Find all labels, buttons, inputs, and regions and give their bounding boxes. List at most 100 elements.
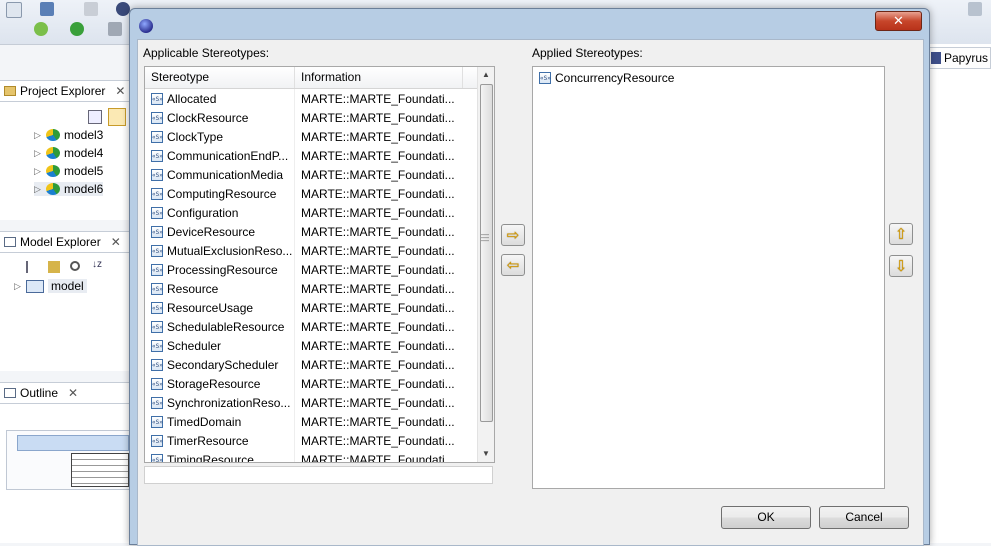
stereotype-cell: «S» ComputingResource — [145, 184, 295, 203]
tool-icon[interactable] — [108, 22, 122, 36]
table-row[interactable]: «S» Resource MARTE::MARTE_Foundati... — [145, 279, 477, 298]
expand-icon[interactable]: ▷ — [34, 148, 42, 159]
information-cell: MARTE::MARTE_Foundati... — [301, 433, 455, 448]
tree-item-model3[interactable]: ▷ model3 — [34, 128, 103, 142]
table-row[interactable]: «S» SynchronizationReso... MARTE::MARTE_Fo… — [145, 393, 477, 412]
stereotype-icon: «S» — [151, 434, 163, 447]
remove-stereotype-button[interactable]: ⇦ — [501, 254, 525, 276]
model-icon — [46, 147, 60, 159]
information-cell: MARTE::MARTE_Foundati... — [301, 319, 455, 334]
expand-icon[interactable]: ▷ — [34, 130, 42, 141]
sort-az-icon[interactable]: ↓z — [92, 259, 102, 270]
vertical-scrollbar[interactable]: ▲ — — — ▼ — [477, 67, 494, 462]
stereotype-cell: «S» ResourceUsage — [145, 298, 295, 317]
move-up-button[interactable]: ⇧ — [889, 223, 913, 245]
stereotype-cell: «S» SecondaryScheduler — [145, 355, 295, 374]
model-icon — [46, 165, 60, 177]
globe-icon[interactable] — [116, 2, 130, 16]
table-row[interactable]: «S» TimingResource MARTE::MARTE_Foundati..… — [145, 450, 477, 462]
stereotype-name: SynchronizationReso... — [167, 395, 291, 410]
link-editor-icon[interactable] — [88, 110, 102, 124]
stereotype-cell: «S» CommunicationEndP... — [145, 146, 295, 165]
table-row[interactable]: «S» TimerResource MARTE::MARTE_Foundati... — [145, 431, 477, 450]
stereotype-icon: «S» — [151, 206, 163, 219]
close-icon[interactable]: ✕ — [68, 386, 78, 400]
expand-icon[interactable]: ▷ — [14, 281, 22, 292]
information-cell: MARTE::MARTE_Foundati... — [301, 186, 455, 201]
stereotype-icon: «S» — [151, 320, 163, 333]
cancel-button[interactable]: Cancel — [819, 506, 909, 529]
arrow-left-icon: ⇦ — [506, 256, 520, 274]
tree-view-icon[interactable] — [26, 261, 40, 273]
table-row[interactable]: «S» TimedDomain MARTE::MARTE_Foundati... — [145, 412, 477, 431]
tree-item-model[interactable]: ▷ model — [14, 279, 87, 293]
sync-icon[interactable] — [108, 108, 126, 126]
close-button[interactable]: ✕ — [875, 11, 922, 31]
tree-item-model4[interactable]: ▷ model4 — [34, 146, 103, 160]
table-row[interactable]: «S» SchedulableResource MARTE::MARTE_Found… — [145, 317, 477, 336]
dialog-titlebar[interactable]: ✕ — [130, 9, 929, 39]
stereotype-icon: «S» — [151, 282, 163, 295]
scroll-down-icon[interactable]: ▼ — [478, 446, 494, 462]
table-row[interactable]: «S» SecondaryScheduler MARTE::MARTE_Founda… — [145, 355, 477, 374]
ok-button[interactable]: OK — [721, 506, 811, 529]
table-row[interactable]: «S» Configuration MARTE::MARTE_Foundati... — [145, 203, 477, 222]
scroll-up-icon[interactable]: ▲ — [478, 67, 494, 83]
tree-item-model6[interactable]: ▷ model6 — [34, 182, 104, 196]
stereotype-icon: «S» — [151, 396, 163, 409]
close-icon[interactable]: ✕ — [111, 235, 121, 249]
stereotype-icon: «S» — [151, 301, 163, 314]
tree-item-model5[interactable]: ▷ model5 — [34, 164, 103, 178]
table-row[interactable]: «S» ClockResource MARTE::MARTE_Foundati... — [145, 108, 477, 127]
table-row[interactable]: «S» ProcessingResource MARTE::MARTE_Founda… — [145, 260, 477, 279]
dialog-content: Applicable Stereotypes: Applied Stereoty… — [137, 39, 924, 546]
perspective-papyrus[interactable]: Papyrus — [926, 47, 991, 69]
information-cell: MARTE::MARTE_Foundati... — [301, 224, 455, 239]
tree-item-label: model4 — [64, 146, 104, 160]
search-tool-icon[interactable] — [968, 2, 982, 16]
filter-icon[interactable] — [48, 261, 60, 273]
run-icon[interactable] — [70, 22, 84, 36]
table-row[interactable]: «S» CommunicationMedia MARTE::MARTE_Founda… — [145, 165, 477, 184]
close-icon[interactable]: ✕ — [115, 84, 125, 98]
outline-icon — [4, 388, 16, 398]
information-cell: MARTE::MARTE_Foundati... — [301, 262, 455, 277]
table-row[interactable]: «S» StorageResource MARTE::MARTE_Foundati.… — [145, 374, 477, 393]
table-row[interactable]: «S» Allocated MARTE::MARTE_Foundati... — [145, 89, 477, 108]
model-icon — [46, 183, 60, 195]
outline-tab[interactable]: Outline ✕ — [0, 382, 131, 404]
stereotype-icon: «S» — [151, 358, 163, 371]
applied-stereotypes-list[interactable]: «S» ConcurrencyResource — [532, 66, 885, 489]
project-explorer-tab[interactable]: Project Explorer ✕ — [0, 80, 131, 102]
expand-icon[interactable]: ▷ — [34, 166, 42, 177]
stereotype-icon: «S» — [151, 225, 163, 238]
list-item[interactable]: «S» ConcurrencyResource — [539, 71, 674, 85]
table-row[interactable]: «S» MutualExclusionReso... MARTE::MARTE_Fo… — [145, 241, 477, 260]
model-explorer-tab[interactable]: Model Explorer ✕ — [0, 231, 131, 253]
table-row[interactable]: «S» ResourceUsage MARTE::MARTE_Foundati... — [145, 298, 477, 317]
stereotype-icon: «S» — [151, 168, 163, 181]
table-row[interactable]: «S» Scheduler MARTE::MARTE_Foundati... — [145, 336, 477, 355]
stereotype-name: CommunicationMedia — [167, 167, 284, 182]
debug-icon[interactable] — [34, 22, 48, 36]
filter-input[interactable] — [144, 466, 493, 484]
stereotype-icon: «S» — [151, 377, 163, 390]
table-row[interactable]: «S» ClockType MARTE::MARTE_Foundati... — [145, 127, 477, 146]
print-icon[interactable] — [84, 2, 98, 16]
applicable-stereotypes-table[interactable]: Stereotype Information «S» Allocated MARTE… — [144, 66, 495, 463]
move-down-button[interactable]: ⇩ — [889, 255, 913, 277]
column-header-stereotype[interactable]: Stereotype — [145, 67, 295, 88]
search-icon[interactable] — [70, 261, 80, 271]
outline-thumbnail[interactable] — [6, 430, 130, 490]
table-row[interactable]: «S» CommunicationEndP... MARTE::MARTE_Foun… — [145, 146, 477, 165]
applicable-label: Applicable Stereotypes: — [143, 46, 270, 60]
save-icon[interactable] — [40, 2, 54, 16]
column-header-information[interactable]: Information — [295, 67, 463, 88]
add-stereotype-button[interactable]: ⇨ — [501, 224, 525, 246]
expand-icon[interactable]: ▷ — [34, 184, 42, 195]
new-icon[interactable] — [6, 2, 22, 18]
scroll-thumb[interactable] — [480, 84, 493, 422]
table-row[interactable]: «S» DeviceResource MARTE::MARTE_Foundati..… — [145, 222, 477, 241]
table-row[interactable]: «S» ComputingResource MARTE::MARTE_Foundat… — [145, 184, 477, 203]
stereotype-cell: «S» ClockType — [145, 127, 295, 146]
